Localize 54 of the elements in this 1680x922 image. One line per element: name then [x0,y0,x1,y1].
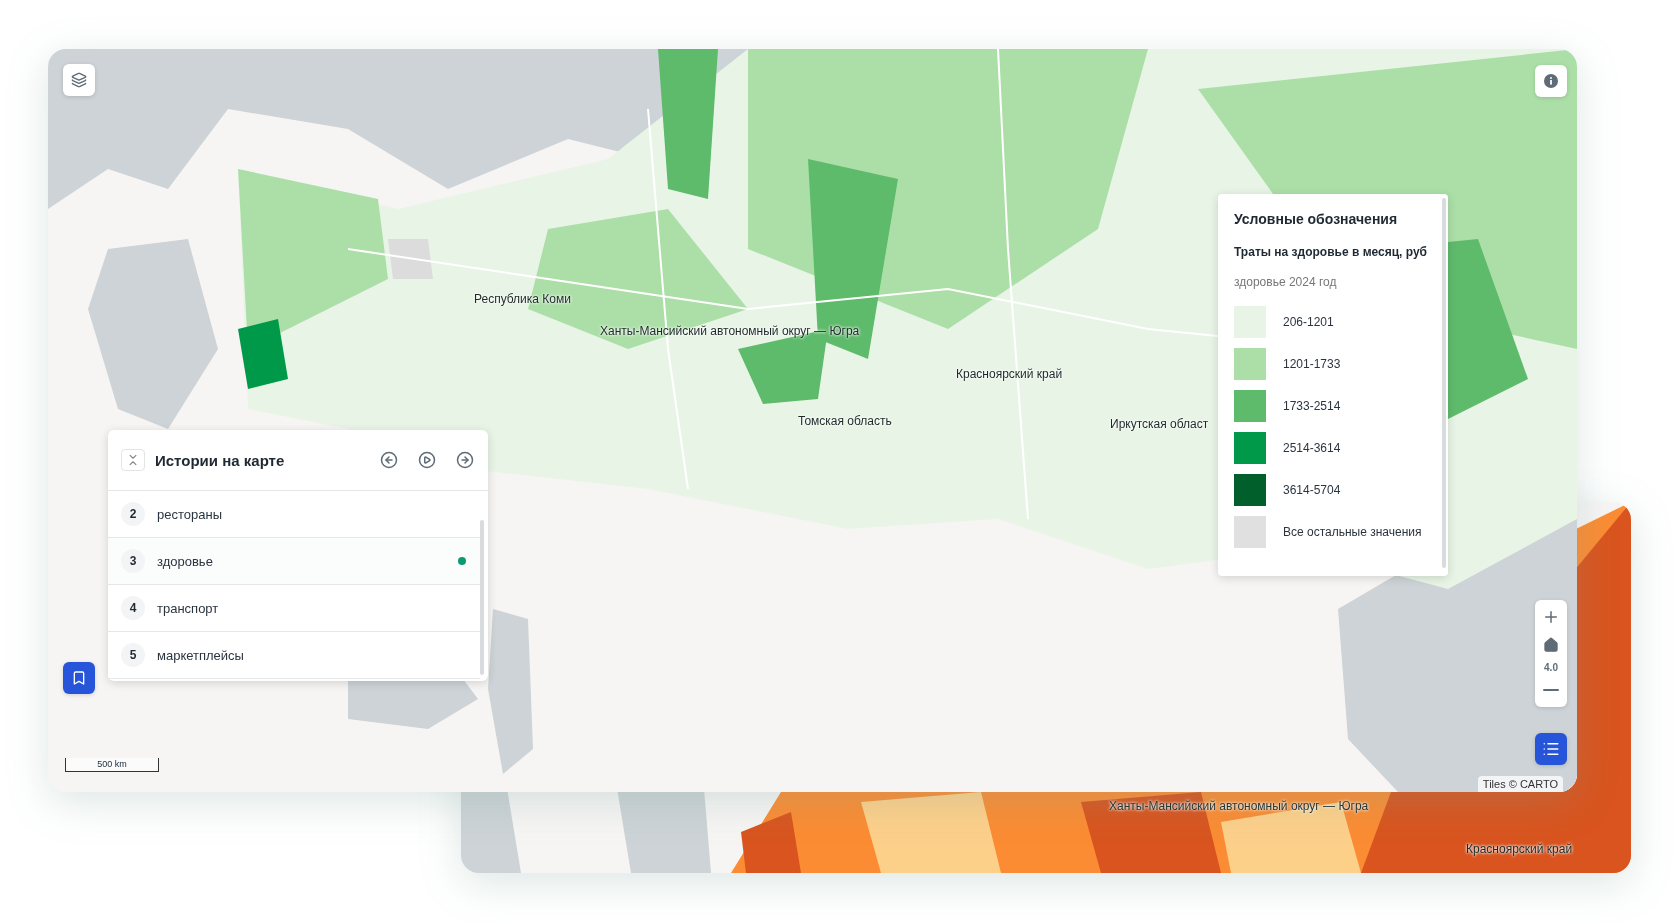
region-label: Красноярский край [1466,842,1573,856]
info-icon [1544,74,1558,88]
layers-icon [71,72,87,88]
legend-label: 1733-2514 [1283,399,1341,413]
layers-button[interactable] [63,64,95,96]
legend-label: Все остальные значения [1283,525,1422,539]
story-label: транспорт [157,600,220,616]
arrow-right-icon [456,451,474,469]
scale-bar: 500 km [65,758,159,772]
story-item[interactable]: 3 здоровье [108,538,480,585]
active-dot [458,557,466,565]
bookmark-icon [71,670,87,686]
legend-label: 1201-1733 [1283,357,1341,371]
region-label: Республика Коми [474,292,571,306]
story-number: 5 [121,643,145,667]
scrollbar[interactable] [1442,198,1446,568]
next-button[interactable] [454,449,476,471]
story-item[interactable]: 4 транспорт [108,585,480,632]
legend-title: Условные обозначения [1234,211,1399,227]
region-label: Ханты-Мансийский автономный округ — Югра [600,324,860,338]
legend-subtitle: Траты на здоровье в месяц, руб [1234,245,1428,259]
legend-toggle-button[interactable] [1535,733,1567,765]
scrollbar[interactable] [480,520,484,675]
region-label: Томская область [798,414,892,428]
story-number: 2 [121,502,145,526]
story-item[interactable]: 5 маркетплейсы [108,632,480,679]
play-icon [418,451,436,469]
story-label: маркетплейсы [157,647,245,663]
list-icon [1542,740,1560,758]
legend-label: 3614-5704 [1283,483,1341,497]
zoom-level: 4.0 [1544,662,1558,673]
story-number: 4 [121,596,145,620]
play-button[interactable] [416,449,438,471]
region-label: Ханты-Мансийский автономный округ — Югра [1109,799,1369,813]
bookmark-button[interactable] [63,662,95,694]
plus-icon [1542,608,1560,626]
previous-button[interactable] [378,449,400,471]
legend-label: 2514-3614 [1283,441,1341,455]
arrow-left-icon [380,451,398,469]
minus-icon [1543,689,1559,691]
collapse-button[interactable] [121,449,145,471]
info-button[interactable] [1535,65,1567,97]
legend-caption: здоровье 2024 год [1234,275,1338,289]
attribution: Tiles © CARTO [1477,776,1563,792]
panel-title: Истории на карте [155,451,286,469]
story-item[interactable]: 2 рестораны [108,491,480,538]
region-label: Иркутская област [1110,417,1209,431]
story-number: 3 [121,549,145,573]
region-label: Красноярский край [956,367,1063,381]
home-icon [1543,637,1559,653]
legend-label: 206-1201 [1283,315,1334,329]
story-label: рестораны [157,506,223,522]
collapse-icon [126,453,140,467]
story-label: здоровье [157,553,214,569]
